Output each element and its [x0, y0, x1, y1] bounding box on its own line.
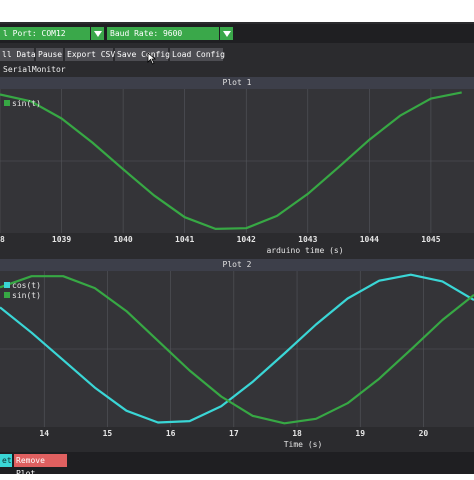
clear-data-button[interactable]: ll Data [0, 48, 36, 61]
plot1-tick-6: 1044 [360, 235, 379, 244]
plot1-series-sint [0, 91, 462, 230]
remove-plot-button[interactable]: Remove Plot [14, 454, 67, 478]
port-combo[interactable]: l Port: COM12 [0, 27, 90, 40]
plot1-tick-0: 38 [0, 235, 5, 244]
partial-left-button[interactable]: et [0, 454, 12, 467]
mouse-cursor-icon [147, 52, 156, 65]
plot1-tick-7: 1045 [421, 235, 440, 244]
plot2-tick-1: 15 [103, 429, 113, 438]
export-csv-button[interactable]: Export CSV [65, 48, 115, 61]
plot2-series-sint [0, 275, 474, 425]
save-config-button[interactable]: Save Config [115, 48, 170, 61]
plot2-legend-swatch-1 [4, 292, 10, 298]
plot2-series-cost [0, 273, 474, 424]
bottom-toolbar [0, 452, 474, 474]
plot2-tick-6: 20 [419, 429, 429, 438]
plot1-legend-swatch-0 [4, 100, 10, 106]
plot1-tick-2: 1040 [113, 235, 132, 244]
plot1-xlabel: arduino time (s) [266, 246, 343, 255]
desktop-background [0, 0, 474, 22]
plot1-tick-3: 1041 [175, 235, 194, 244]
window-label: SerialMonitor [3, 65, 66, 74]
port-dropdown-arrow-icon[interactable] [91, 27, 104, 40]
pause-button[interactable]: Pause [36, 48, 63, 61]
plot2-title: Plot 2 [0, 259, 474, 271]
load-config-button[interactable]: Load Config [170, 48, 225, 61]
plot2-tick-3: 17 [229, 429, 239, 438]
baud-dropdown-arrow-icon[interactable] [220, 27, 233, 40]
plot2-tick-0: 14 [39, 429, 49, 438]
baud-combo[interactable]: Baud Rate: 9600 [107, 27, 219, 40]
plot2-legend-swatch-0 [4, 282, 10, 288]
plot2-legend-label-0: cos(t) [12, 281, 41, 290]
plot1-tick-1: 1039 [52, 235, 71, 244]
plot2-tick-4: 18 [292, 429, 302, 438]
plot2-chart: 14 15 16 17 18 19 20 Time (s) cos(t)sin(t) [0, 271, 474, 452]
plot1-tick-5: 1043 [298, 235, 317, 244]
plot1-legend-label-0: sin(t) [12, 99, 41, 108]
plot1-title: Plot 1 [0, 77, 474, 89]
plot2-tick-2: 16 [166, 429, 176, 438]
plot2-xlabel: Time (s) [284, 440, 323, 449]
plot1-tick-4: 1042 [237, 235, 256, 244]
plot2-tick-5: 19 [355, 429, 365, 438]
plot2-legend-label-1: sin(t) [12, 291, 41, 300]
plot1-chart: 38 1039 1040 1041 1042 1043 1044 1045 arduino ti… [0, 89, 474, 258]
